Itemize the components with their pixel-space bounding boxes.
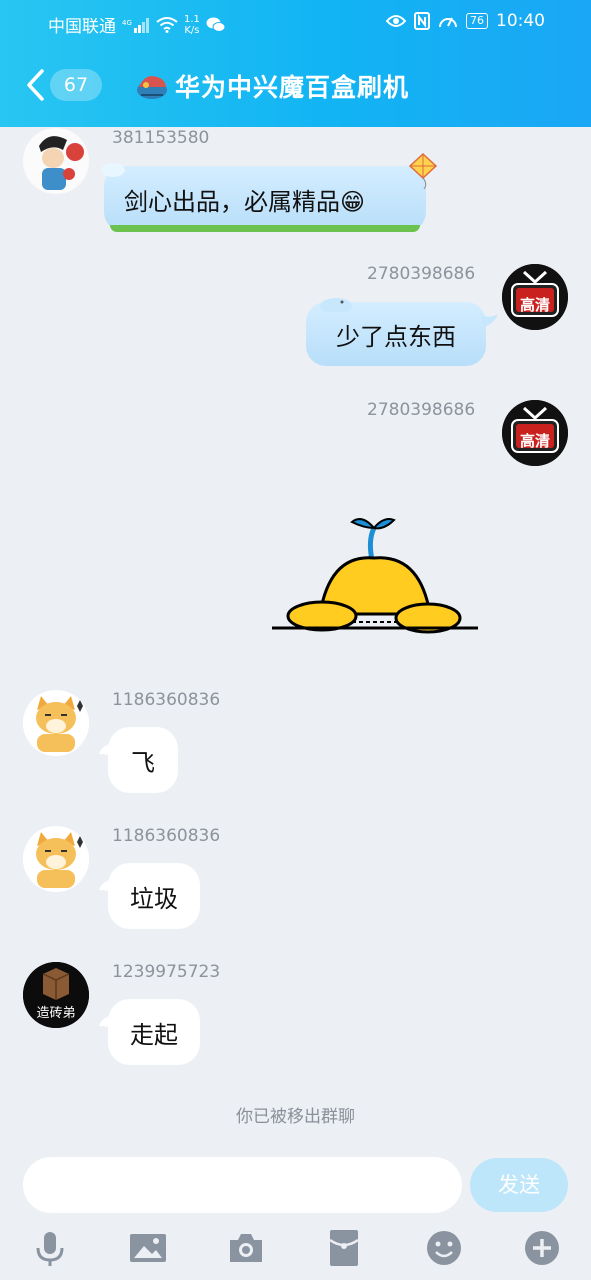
boxer-avatar-icon [23,128,89,194]
message-bubble[interactable]: 垃圾 [108,863,200,929]
net-speed: 1.1 K/s [184,13,200,36]
message-text: 少了点东西 [336,322,456,351]
sender-id: 1239975723 [112,962,221,982]
title-group[interactable]: 华为中兴魔百盒刷机 [135,68,409,104]
bubble-whale-icon [320,298,352,312]
svg-text:4G: 4G [122,19,132,27]
header: 中国联通 4G 1.1 K/s 76 10:40 67 华为中兴魔百盒刷机 [0,0,591,127]
carrier-label: 中国联通 [48,17,116,37]
avatar[interactable] [23,826,89,892]
hd-label: 高清 [519,432,550,450]
bubble-tail-icon [482,314,498,328]
sender-id: 1186360836 [112,826,221,846]
wifi-icon [156,16,178,33]
grass-decoration [110,225,420,232]
status-right: 76 10:40 [386,11,545,31]
whale-sticker[interactable] [270,510,480,640]
plus-icon[interactable] [522,1228,562,1268]
avatar[interactable]: 高清 [502,264,568,330]
image-icon[interactable] [128,1228,168,1268]
message-text: 走起 [130,1020,178,1049]
bubble-cloud-icon [101,163,125,177]
bubble-tail-icon [99,744,113,756]
status-bar: 中国联通 4G 1.1 K/s 76 10:40 [0,0,591,46]
message-bubble[interactable]: 少了点东西 [306,298,498,366]
input-toolbar [0,1222,591,1280]
nfc-icon [414,12,430,30]
hd-label: 高清 [519,296,550,314]
kite-icon [408,152,438,190]
avatar[interactable] [23,128,89,194]
camera-icon[interactable] [226,1228,266,1268]
avatar[interactable]: 造砖弟 [23,962,89,1028]
sender-id: 1186360836 [112,690,221,710]
signal-icon: 4G [122,17,149,33]
nav-bar: 67 华为中兴魔百盒刷机 [0,58,591,116]
battery-indicator: 76 [466,13,488,29]
message-text: 垃圾 [130,884,178,913]
back-arrow-icon[interactable] [24,68,48,102]
sender-id: 381153580 [112,128,210,148]
speedometer-icon [439,17,457,28]
send-button[interactable]: 发送 [470,1158,568,1212]
clock: 10:40 [496,11,545,31]
message-bubble[interactable]: 剑心出品，必属精品😁 [101,152,438,232]
message-bubble[interactable]: 飞 [108,727,178,793]
system-notice: 你已被移出群聊 [236,1107,355,1127]
message-text: 剑心出品，必属精品😁 [124,187,366,216]
microphone-icon[interactable] [30,1228,70,1268]
avatar[interactable] [23,690,89,756]
brick-label: 造砖弟 [36,1006,76,1021]
chat-title: 华为中兴魔百盒刷机 [175,73,410,102]
message-bubble[interactable]: 走起 [108,999,200,1065]
sender-id: 2780398686 [367,400,476,420]
shiba-avatar-icon [23,690,89,756]
group-avatar-icon [137,76,167,99]
shiba-avatar-icon [23,826,89,892]
sender-id: 2780398686 [367,264,476,284]
red-packet-icon[interactable] [324,1228,364,1268]
message-text: 飞 [131,748,155,777]
avatar[interactable]: 高清 [502,400,568,466]
eye-icon [386,15,406,27]
bubble-tail-icon [99,880,113,892]
unread-count-badge[interactable]: 67 [50,69,102,101]
emoji-icon[interactable] [424,1228,464,1268]
bubble-tail-icon [99,1016,113,1028]
status-left: 中国联通 4G 1.1 K/s [48,12,226,37]
wechat-icon [206,17,226,32]
message-input[interactable] [23,1157,462,1213]
